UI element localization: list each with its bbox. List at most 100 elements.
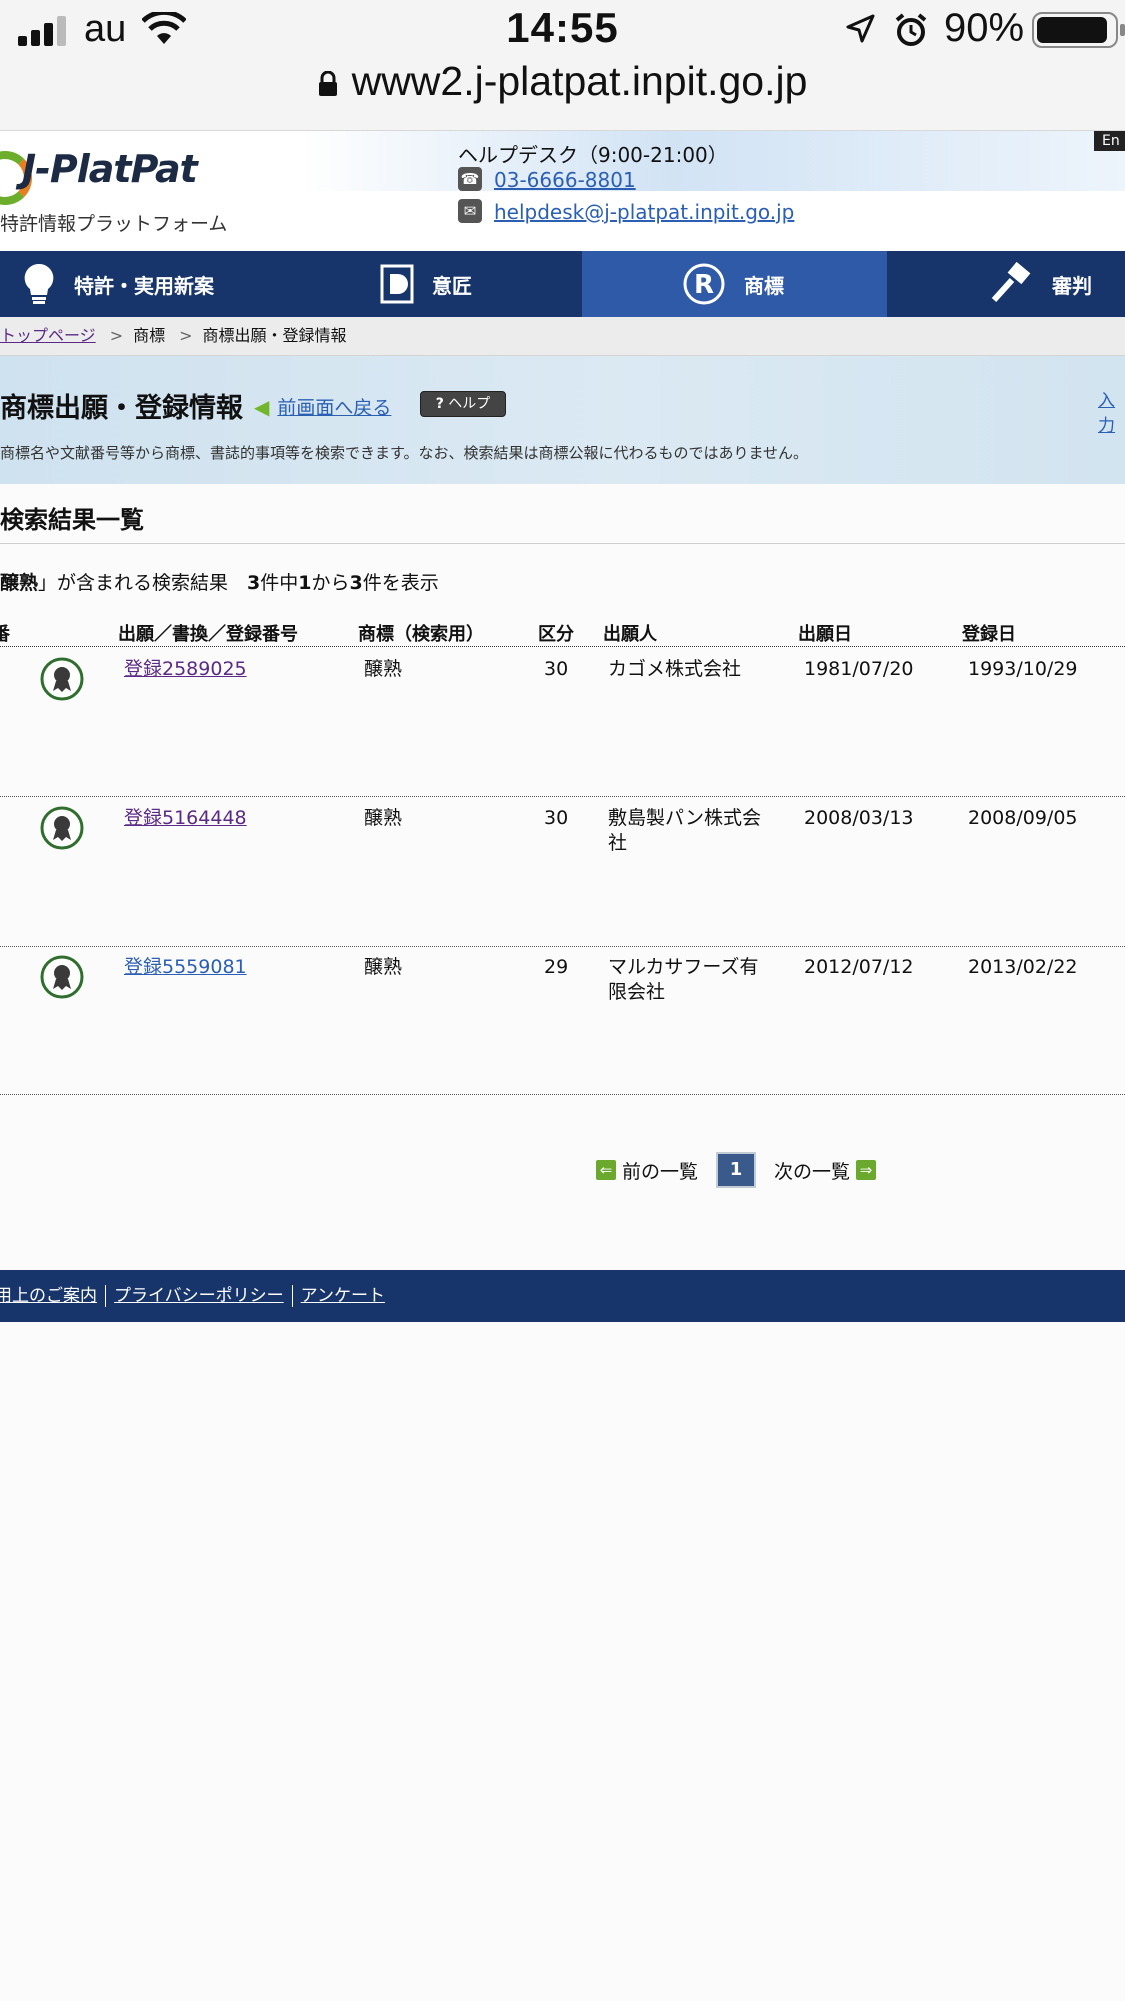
pagination: ⇐ 前の一覧 1 次の一覧 ⇒	[596, 1152, 877, 1188]
design-icon	[380, 264, 414, 304]
applicant-cell: 敷島製パン株式会社	[608, 806, 761, 856]
helpdesk-label: ヘルプデスク（9:00-21:00）	[458, 143, 728, 167]
prev-page-label: 前の一覧	[622, 1160, 699, 1183]
nav-tab-appeal[interactable]: 審判	[990, 251, 1125, 317]
applicant-line: カゴメ株式会社	[608, 658, 742, 680]
reg-date-cell: 2013/02/22	[968, 956, 1078, 978]
registration-link[interactable]: 登録5164448	[124, 807, 247, 829]
title-band: 商標出願・登録情報 ◀ 前画面へ戻る ? ヘルプ 入力 商標名や文献番号等から商…	[0, 356, 1125, 484]
page-title: 商標出願・登録情報	[0, 393, 243, 424]
back-link-wrap[interactable]: ◀ 前画面へ戻る	[254, 393, 391, 420]
filing-date-cell: 2012/07/12	[804, 956, 914, 978]
gavel-icon	[991, 262, 1031, 303]
nav-tab-label: 商標	[744, 273, 784, 298]
footer: 利用上のご案内プライバシーポリシーアンケート	[0, 1270, 1125, 1322]
summary-text: 件を表示	[362, 572, 439, 594]
applicant-line: 敷島製パン株式会	[608, 807, 761, 829]
class-cell: 30	[544, 807, 569, 829]
reg-date-cell: 1993/10/29	[968, 658, 1078, 680]
table-row: 登録5164448 醸熟 30 敷島製パン株式会社 2008/03/13 200…	[0, 797, 1125, 946]
alarm-icon	[895, 13, 927, 46]
summary-text: から	[311, 572, 350, 594]
nav-tab-label: 審判	[1052, 273, 1092, 298]
breadcrumb-item: 商標	[133, 326, 166, 345]
summary-text: 」が含まれる検索結果	[38, 572, 248, 594]
helpdesk-email-link[interactable]: helpdesk@j-platpat.inpit.go.jp	[494, 200, 794, 224]
footer-separator	[291, 1285, 293, 1307]
logo-subtitle: 特許情報プラットフォーム	[0, 213, 228, 235]
summary-total: 3	[247, 572, 261, 594]
helpdesk-phone-link[interactable]: 03-6666-8801	[494, 168, 636, 192]
summary-from: 1	[298, 572, 312, 594]
filing-date-cell: 1981/07/20	[804, 658, 914, 680]
help-button[interactable]: ? ヘルプ	[420, 391, 506, 417]
back-link[interactable]: 前画面へ戻る	[277, 393, 391, 420]
current-page[interactable]: 1	[716, 1152, 757, 1188]
col-header-reg-date: 登録日	[962, 624, 1016, 645]
trademark-icon: R	[683, 263, 725, 305]
mail-icon: ✉	[458, 199, 482, 223]
row-divider	[0, 1094, 1125, 1095]
lightbulb-icon	[24, 263, 54, 304]
applicant-line: マルカサフーズ有	[608, 956, 759, 978]
status-bar: au 14:55 90% www2.j-platpat.inpit.go.jp	[0, 0, 1125, 130]
english-button[interactable]: En	[1094, 131, 1125, 151]
summary-keyword: 醸熟	[0, 572, 39, 594]
applicant-line: 限会社	[608, 981, 666, 1003]
battery-percent: 90%	[944, 6, 1025, 50]
prev-page-button[interactable]: ⇐ 前の一覧	[596, 1157, 698, 1184]
arrow-left-icon: ⇐	[596, 1160, 616, 1180]
help-button-label: ヘルプ	[448, 396, 491, 412]
registration-link[interactable]: 登録5559081	[124, 956, 247, 978]
battery-icon	[1032, 12, 1125, 48]
site-header: J-PlatPat 特許情報プラットフォーム ヘルプデスク（9:00-21:00…	[0, 130, 1125, 252]
footer-link-usage[interactable]: 利用上のご案内	[0, 1286, 97, 1306]
col-header-number: 出願／書換／登録番号	[118, 624, 298, 645]
footer-link-survey[interactable]: アンケート	[301, 1286, 385, 1306]
breadcrumb-top-link[interactable]: トップページ	[0, 326, 96, 345]
nav-tab-patent[interactable]: 特許・実用新案	[22, 251, 302, 317]
summary-to: 3	[349, 572, 363, 594]
nav-tab-label: 特許・実用新案	[74, 273, 214, 298]
registered-badge-icon	[40, 955, 84, 999]
applicant-line: 社	[608, 832, 628, 854]
lock-icon	[318, 71, 337, 97]
site-logo[interactable]: J-PlatPat	[22, 147, 198, 191]
breadcrumb-current: 商標出願・登録情報	[202, 326, 347, 345]
registered-badge-icon	[40, 657, 84, 701]
summary-text: 件中	[260, 572, 299, 594]
address-bar[interactable]: www2.j-platpat.inpit.go.jp	[0, 58, 1125, 105]
filing-date-cell: 2008/03/13	[804, 807, 914, 829]
col-header-mark: 商標（検索用）	[358, 624, 484, 645]
mark-cell: 醸熟	[364, 956, 403, 978]
svg-text:R: R	[694, 270, 714, 300]
question-icon: ?	[435, 396, 444, 412]
col-header-applicant: 出願人	[603, 624, 657, 645]
nav-tab-trademark[interactable]: R 商標	[582, 251, 887, 317]
table-row: 登録2589025 醸熟 30 カゴメ株式会社 1981/07/20 1993/…	[0, 647, 1125, 796]
location-arrow-icon	[846, 14, 875, 43]
reg-date-cell: 2008/09/05	[968, 807, 1078, 829]
back-arrow-icon: ◀	[254, 394, 270, 419]
registered-badge-icon	[40, 806, 84, 850]
class-cell: 29	[544, 956, 569, 978]
registration-link[interactable]: 登録2589025	[124, 658, 247, 680]
breadcrumb-separator: >	[179, 326, 193, 345]
nav-tab-design[interactable]: 意匠	[380, 251, 580, 317]
nav-tab-label: 意匠	[432, 273, 472, 298]
footer-link-privacy[interactable]: プライバシーポリシー	[114, 1286, 284, 1306]
results-summary: 醸熟」が含まれる検索結果 3件中1から3件を表示	[0, 568, 439, 595]
input-link[interactable]: 入力	[1098, 386, 1125, 436]
breadcrumb: トップページ > 商標 > 商標出願・登録情報	[0, 317, 1125, 356]
results-heading: 検索結果一覧	[0, 506, 144, 534]
next-page-button[interactable]: 次の一覧 ⇒	[774, 1157, 877, 1184]
breadcrumb-separator: >	[109, 326, 124, 345]
phone-icon: ☎	[458, 167, 482, 191]
class-cell: 30	[544, 658, 569, 680]
mark-cell: 醸熟	[364, 807, 403, 829]
arrow-right-icon: ⇒	[856, 1160, 877, 1180]
next-page-label: 次の一覧	[774, 1160, 851, 1183]
main-nav: 特許・実用新案 意匠 R 商標 審判	[0, 251, 1125, 317]
footer-separator	[105, 1285, 106, 1307]
col-header-class: 区分	[538, 624, 574, 645]
